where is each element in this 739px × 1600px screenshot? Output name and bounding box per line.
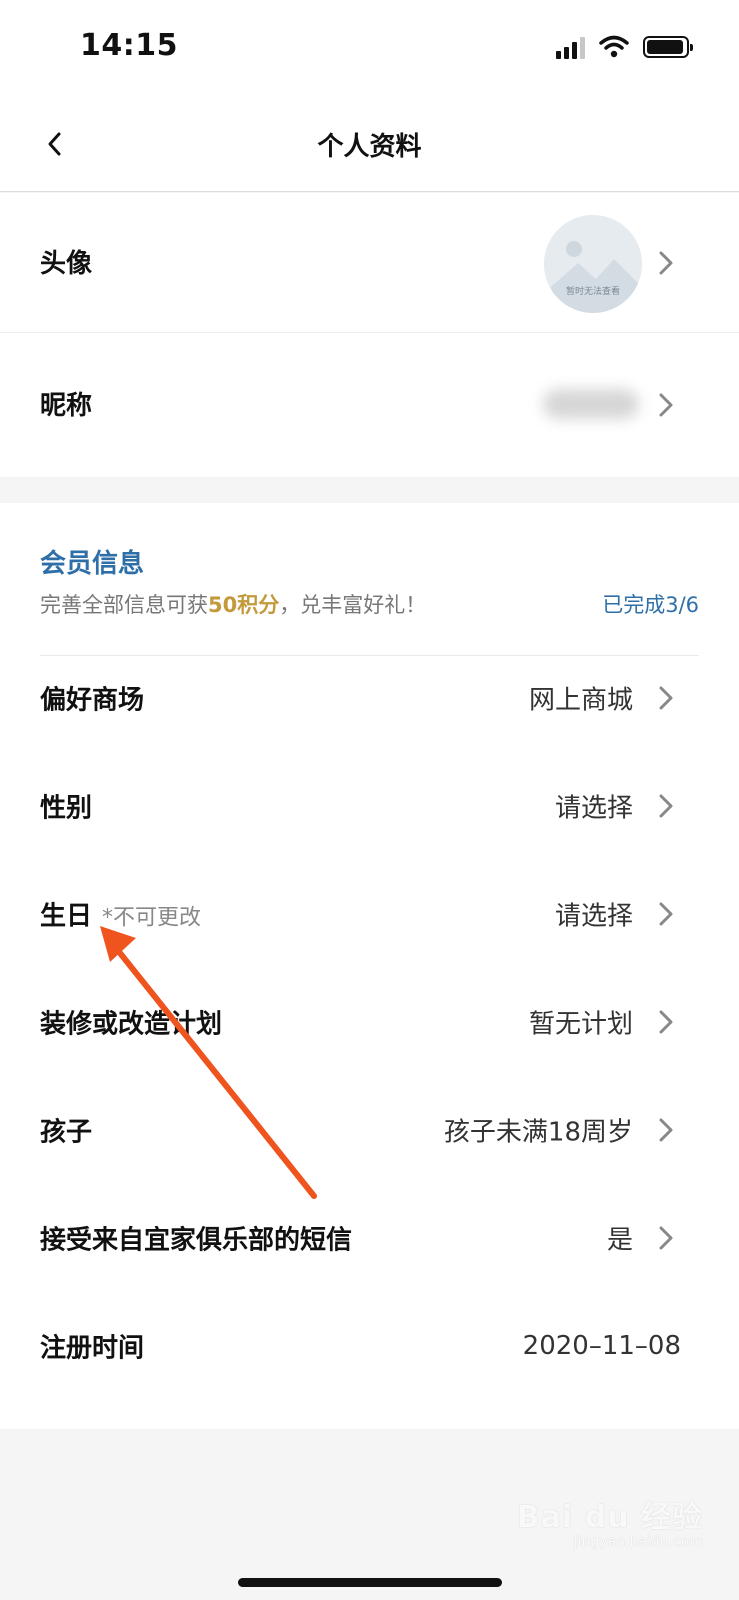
row-label: 孩子 bbox=[40, 1117, 93, 1148]
status-icons bbox=[556, 32, 693, 62]
battery-icon bbox=[643, 36, 693, 58]
row-value: 是 bbox=[606, 1225, 633, 1256]
row-value: 请选择 bbox=[554, 901, 633, 932]
row-label: 偏好商场 bbox=[40, 685, 145, 716]
profile-basic-section: 头像 暂时无法查看 昵称 bbox=[0, 193, 739, 477]
hint-suffix: ，兑丰富好礼！ bbox=[279, 593, 427, 617]
signal-icon bbox=[556, 35, 585, 59]
status-time: 14:15 bbox=[80, 28, 178, 63]
birthday-label: 生日 bbox=[40, 901, 93, 932]
nickname-label: 昵称 bbox=[40, 391, 93, 421]
nav-bar: 个人资料 bbox=[0, 96, 739, 192]
row-label: 接受来自宜家俱乐部的短信 bbox=[40, 1225, 353, 1256]
completion-progress: 已完成3/6 bbox=[602, 593, 699, 617]
watermark-url: jingyan.baidu.com bbox=[573, 1534, 703, 1550]
row-value: 孩子未满18周岁 bbox=[443, 1117, 633, 1148]
member-info-section: 会员信息 完善全部信息可获50积分，兑丰富好礼！ 已完成3/6 偏好商场 网上商… bbox=[0, 503, 739, 1429]
birthday-note: *不可更改 bbox=[102, 905, 202, 931]
member-info-hint: 完善全部信息可获50积分，兑丰富好礼！ bbox=[40, 589, 426, 619]
row-label: 装修或改造计划 bbox=[40, 1009, 223, 1040]
nickname-value-blurred bbox=[543, 389, 639, 419]
nickname-row[interactable]: 昵称 bbox=[0, 333, 739, 477]
chevron-right-icon bbox=[659, 1010, 673, 1034]
registration-date-row: 注册时间 2020–11–08 bbox=[0, 1291, 739, 1401]
row-value: 暂无计划 bbox=[528, 1009, 633, 1040]
hint-points: 50积分 bbox=[208, 593, 280, 617]
renovation-plan-row[interactable]: 装修或改造计划 暂无计划 bbox=[0, 967, 739, 1077]
chevron-right-icon bbox=[659, 902, 673, 926]
watermark-brand: Bai du 经验 bbox=[516, 1500, 703, 1535]
birthday-row[interactable]: 生日 *不可更改 请选择 bbox=[0, 859, 739, 969]
row-value: 2020–11–08 bbox=[522, 1331, 681, 1361]
chevron-right-icon bbox=[659, 686, 673, 710]
chevron-right-icon bbox=[659, 1226, 673, 1250]
avatar[interactable]: 暂时无法查看 bbox=[544, 215, 642, 313]
children-row[interactable]: 孩子 孩子未满18周岁 bbox=[0, 1075, 739, 1185]
wifi-icon bbox=[599, 35, 629, 58]
row-value: 网上商城 bbox=[528, 685, 633, 716]
hint-prefix: 完善全部信息可获 bbox=[40, 593, 208, 617]
avatar-label: 头像 bbox=[40, 249, 93, 279]
chevron-right-icon bbox=[659, 1118, 673, 1142]
chevron-right-icon bbox=[659, 251, 673, 275]
status-bar: 14:15 bbox=[0, 0, 739, 96]
member-info-title: 会员信息 bbox=[40, 549, 145, 579]
row-label: 生日 *不可更改 bbox=[40, 896, 201, 933]
sms-consent-row[interactable]: 接受来自宜家俱乐部的短信 是 bbox=[0, 1183, 739, 1293]
page-title: 个人资料 bbox=[317, 132, 422, 162]
avatar-row[interactable]: 头像 暂时无法查看 bbox=[0, 193, 739, 333]
profile-page: 14:15 个人资料 头像 暂时无法查看 昵称 会员信息 完善全部信息可获50积… bbox=[0, 0, 739, 1600]
chevron-right-icon bbox=[659, 393, 673, 417]
row-label: 性别 bbox=[40, 793, 93, 824]
row-label: 注册时间 bbox=[40, 1333, 145, 1364]
gender-row[interactable]: 性别 请选择 bbox=[0, 751, 739, 861]
chevron-right-icon bbox=[659, 794, 673, 818]
avatar-placeholder-text: 暂时无法查看 bbox=[565, 287, 620, 297]
home-indicator bbox=[238, 1578, 502, 1587]
image-placeholder-icon bbox=[544, 215, 642, 313]
row-value: 请选择 bbox=[554, 793, 633, 824]
preferred-store-row[interactable]: 偏好商场 网上商城 bbox=[0, 643, 739, 753]
